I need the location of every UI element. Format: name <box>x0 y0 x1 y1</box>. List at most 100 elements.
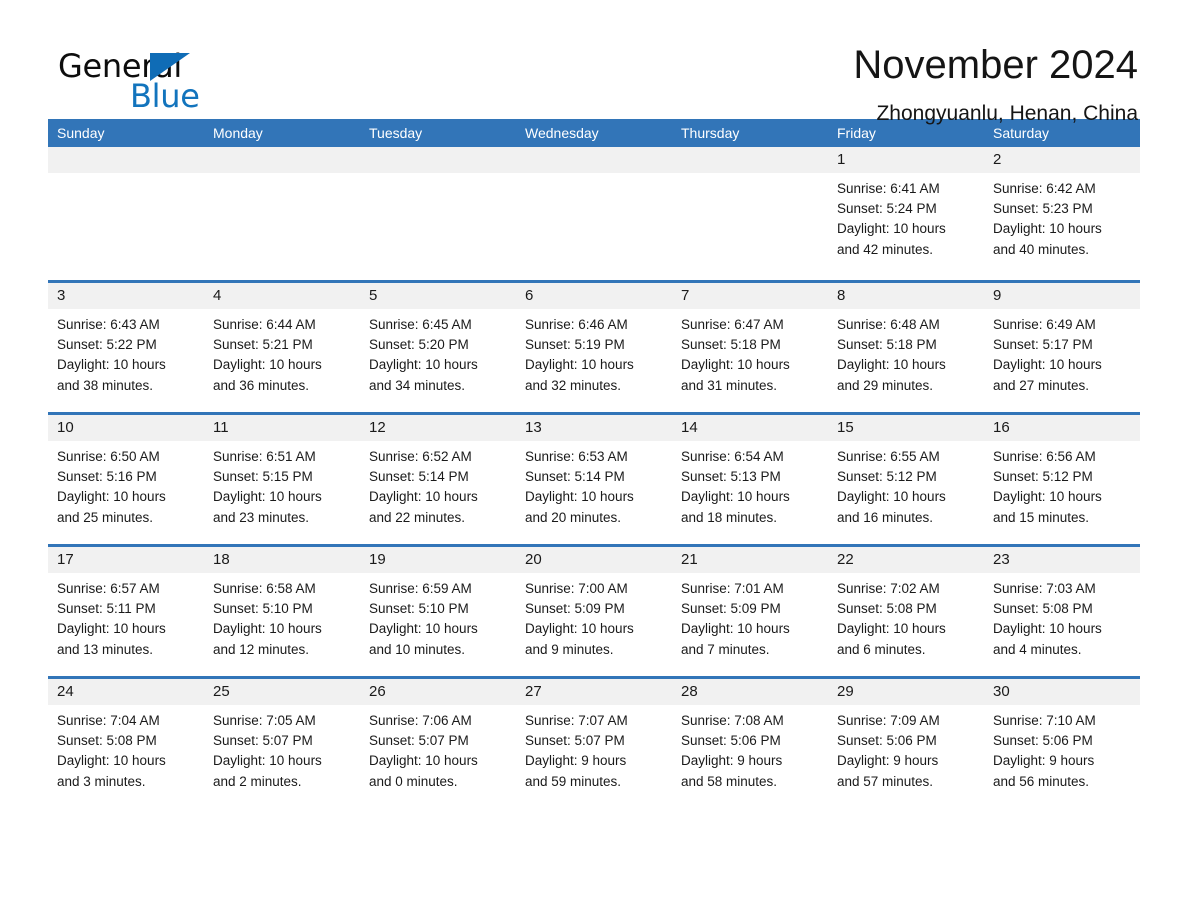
day-number-band: 20 <box>516 547 672 573</box>
daylight-text-line2: and 16 minutes. <box>837 509 934 525</box>
day-cell-3[interactable]: 3 Sunrise: 6:43 AM Sunset: 5:22 PM Daylight… <box>48 283 204 412</box>
day-cell-1[interactable]: 1 Sunrise: 6:41 AM Sunset: 5:24 PM Daylight… <box>828 147 984 280</box>
sunset-text: Sunset: 5:07 PM <box>213 733 313 749</box>
sunset-text: Sunset: 5:17 PM <box>993 337 1093 353</box>
day-cell-19[interactable]: 19 Sunrise: 6:59 AM Sunset: 5:10 PM Dayligh… <box>360 547 516 676</box>
day-info: Sunrise: 7:05 AM Sunset: 5:07 PM Daylight:… <box>204 705 360 792</box>
daylight-text-line1: Daylight: 10 hours <box>681 357 790 373</box>
daylight-text-line1: Daylight: 10 hours <box>369 489 478 505</box>
sunrise-text: Sunrise: 6:47 AM <box>681 317 784 332</box>
sunset-text: Sunset: 5:08 PM <box>57 733 157 749</box>
day-cell-16[interactable]: 16 Sunrise: 6:56 AM Sunset: 5:12 PM Dayligh… <box>984 415 1140 544</box>
sunset-text: Sunset: 5:18 PM <box>837 337 937 353</box>
daylight-text-line2: and 59 minutes. <box>525 773 622 789</box>
day-info: Sunrise: 6:53 AM Sunset: 5:14 PM Daylight:… <box>516 441 672 528</box>
sunset-text: Sunset: 5:06 PM <box>993 733 1093 749</box>
day-cell-8[interactable]: 8 Sunrise: 6:48 AM Sunset: 5:18 PM Daylight… <box>828 283 984 412</box>
day-number-band: 15 <box>828 415 984 441</box>
daylight-text-line1: Daylight: 10 hours <box>213 489 322 505</box>
sunset-text: Sunset: 5:23 PM <box>993 201 1093 217</box>
day-info: Sunrise: 6:46 AM Sunset: 5:19 PM Daylight:… <box>516 309 672 396</box>
sunrise-text: Sunrise: 7:08 AM <box>681 713 784 728</box>
weekday-header-monday: Monday <box>213 125 263 141</box>
day-number: 10 <box>57 419 74 436</box>
day-cell-28[interactable]: 28 Sunrise: 7:08 AM Sunset: 5:06 PM Dayligh… <box>672 679 828 808</box>
day-cell-17[interactable]: 17 Sunrise: 6:57 AM Sunset: 5:11 PM Dayligh… <box>48 547 204 676</box>
day-cell-24[interactable]: 24 Sunrise: 7:04 AM Sunset: 5:08 PM Dayligh… <box>48 679 204 808</box>
day-cell-29[interactable]: 29 Sunrise: 7:09 AM Sunset: 5:06 PM Dayligh… <box>828 679 984 808</box>
day-info: Sunrise: 6:45 AM Sunset: 5:20 PM Daylight:… <box>360 309 516 396</box>
day-number-band: 10 <box>48 415 204 441</box>
day-number-band: 11 <box>204 415 360 441</box>
daylight-text-line2: and 13 minutes. <box>57 641 154 657</box>
day-info: Sunrise: 7:09 AM Sunset: 5:06 PM Daylight:… <box>828 705 984 792</box>
day-cell-27[interactable]: 27 Sunrise: 7:07 AM Sunset: 5:07 PM Dayligh… <box>516 679 672 808</box>
daylight-text-line1: Daylight: 10 hours <box>993 621 1102 637</box>
day-info: Sunrise: 7:07 AM Sunset: 5:07 PM Daylight:… <box>516 705 672 792</box>
day-cell-11[interactable]: 11 Sunrise: 6:51 AM Sunset: 5:15 PM Dayligh… <box>204 415 360 544</box>
day-cell-21[interactable]: 21 Sunrise: 7:01 AM Sunset: 5:09 PM Dayligh… <box>672 547 828 676</box>
day-number-band <box>360 147 516 173</box>
day-cell-30[interactable]: 30 Sunrise: 7:10 AM Sunset: 5:06 PM Dayligh… <box>984 679 1140 808</box>
daylight-text-line2: and 29 minutes. <box>837 377 934 393</box>
day-cell-4[interactable]: 4 Sunrise: 6:44 AM Sunset: 5:21 PM Daylight… <box>204 283 360 412</box>
day-cell-9[interactable]: 9 Sunrise: 6:49 AM Sunset: 5:17 PM Daylight… <box>984 283 1140 412</box>
day-number-band: 6 <box>516 283 672 309</box>
day-info: Sunrise: 6:51 AM Sunset: 5:15 PM Daylight:… <box>204 441 360 528</box>
sunset-text: Sunset: 5:15 PM <box>213 469 313 485</box>
daylight-text-line2: and 56 minutes. <box>993 773 1090 789</box>
sunrise-text: Sunrise: 7:04 AM <box>57 713 160 728</box>
sunrise-text: Sunrise: 7:01 AM <box>681 581 784 596</box>
day-cell-7[interactable]: 7 Sunrise: 6:47 AM Sunset: 5:18 PM Daylight… <box>672 283 828 412</box>
sunrise-text: Sunrise: 6:45 AM <box>369 317 472 332</box>
sunrise-text: Sunrise: 6:43 AM <box>57 317 160 332</box>
day-cell-23[interactable]: 23 Sunrise: 7:03 AM Sunset: 5:08 PM Dayligh… <box>984 547 1140 676</box>
day-info: Sunrise: 6:55 AM Sunset: 5:12 PM Daylight:… <box>828 441 984 528</box>
day-cell-2[interactable]: 2 Sunrise: 6:42 AM Sunset: 5:23 PM Daylight… <box>984 147 1140 280</box>
sunrise-text: Sunrise: 6:55 AM <box>837 449 940 464</box>
day-number-band: 22 <box>828 547 984 573</box>
day-cell-20[interactable]: 20 Sunrise: 7:00 AM Sunset: 5:09 PM Dayligh… <box>516 547 672 676</box>
sunrise-text: Sunrise: 6:54 AM <box>681 449 784 464</box>
day-cell-15[interactable]: 15 Sunrise: 6:55 AM Sunset: 5:12 PM Dayligh… <box>828 415 984 544</box>
page-title: November 2024 <box>853 43 1138 87</box>
day-number: 7 <box>681 287 690 304</box>
sunrise-text: Sunrise: 6:42 AM <box>993 181 1096 196</box>
day-cell-22[interactable]: 22 Sunrise: 7:02 AM Sunset: 5:08 PM Dayligh… <box>828 547 984 676</box>
sunrise-text: Sunrise: 6:48 AM <box>837 317 940 332</box>
day-info: Sunrise: 6:57 AM Sunset: 5:11 PM Daylight:… <box>48 573 204 660</box>
day-number: 16 <box>993 419 1010 436</box>
day-number-band: 24 <box>48 679 204 705</box>
sunset-text: Sunset: 5:10 PM <box>369 601 469 617</box>
daylight-text-line1: Daylight: 10 hours <box>681 489 790 505</box>
daylight-text-line2: and 0 minutes. <box>369 773 458 789</box>
sunrise-text: Sunrise: 6:56 AM <box>993 449 1096 464</box>
day-cell-6[interactable]: 6 Sunrise: 6:46 AM Sunset: 5:19 PM Daylight… <box>516 283 672 412</box>
day-info: Sunrise: 7:10 AM Sunset: 5:06 PM Daylight:… <box>984 705 1140 792</box>
day-cell-18[interactable]: 18 Sunrise: 6:58 AM Sunset: 5:10 PM Dayligh… <box>204 547 360 676</box>
day-cell-26[interactable]: 26 Sunrise: 7:06 AM Sunset: 5:07 PM Dayligh… <box>360 679 516 808</box>
generalblue-logo[interactable]: General Blue <box>48 42 238 116</box>
sunset-text: Sunset: 5:07 PM <box>525 733 625 749</box>
sunset-text: Sunset: 5:20 PM <box>369 337 469 353</box>
weekday-header-tuesday: Tuesday <box>369 125 423 141</box>
day-number-band: 13 <box>516 415 672 441</box>
day-cell-14[interactable]: 14 Sunrise: 6:54 AM Sunset: 5:13 PM Dayligh… <box>672 415 828 544</box>
day-number: 3 <box>57 287 66 304</box>
weekday-header-thursday: Thursday <box>681 125 740 141</box>
daylight-text-line1: Daylight: 10 hours <box>837 357 946 373</box>
day-number-band: 27 <box>516 679 672 705</box>
day-number-band: 30 <box>984 679 1140 705</box>
day-cell-25[interactable]: 25 Sunrise: 7:05 AM Sunset: 5:07 PM Dayligh… <box>204 679 360 808</box>
daylight-text-line1: Daylight: 10 hours <box>525 621 634 637</box>
daylight-text-line2: and 9 minutes. <box>525 641 614 657</box>
day-cell-10[interactable]: 10 Sunrise: 6:50 AM Sunset: 5:16 PM Dayligh… <box>48 415 204 544</box>
day-cell-12[interactable]: 12 Sunrise: 6:52 AM Sunset: 5:14 PM Dayligh… <box>360 415 516 544</box>
day-info: Sunrise: 6:44 AM Sunset: 5:21 PM Daylight:… <box>204 309 360 396</box>
day-cell-5[interactable]: 5 Sunrise: 6:45 AM Sunset: 5:20 PM Daylight… <box>360 283 516 412</box>
day-number-band: 12 <box>360 415 516 441</box>
daylight-text-line1: Daylight: 9 hours <box>993 753 1095 769</box>
day-info: Sunrise: 7:04 AM Sunset: 5:08 PM Daylight:… <box>48 705 204 792</box>
day-cell-13[interactable]: 13 Sunrise: 6:53 AM Sunset: 5:14 PM Dayligh… <box>516 415 672 544</box>
day-info: Sunrise: 6:41 AM Sunset: 5:24 PM Daylight:… <box>828 173 984 260</box>
